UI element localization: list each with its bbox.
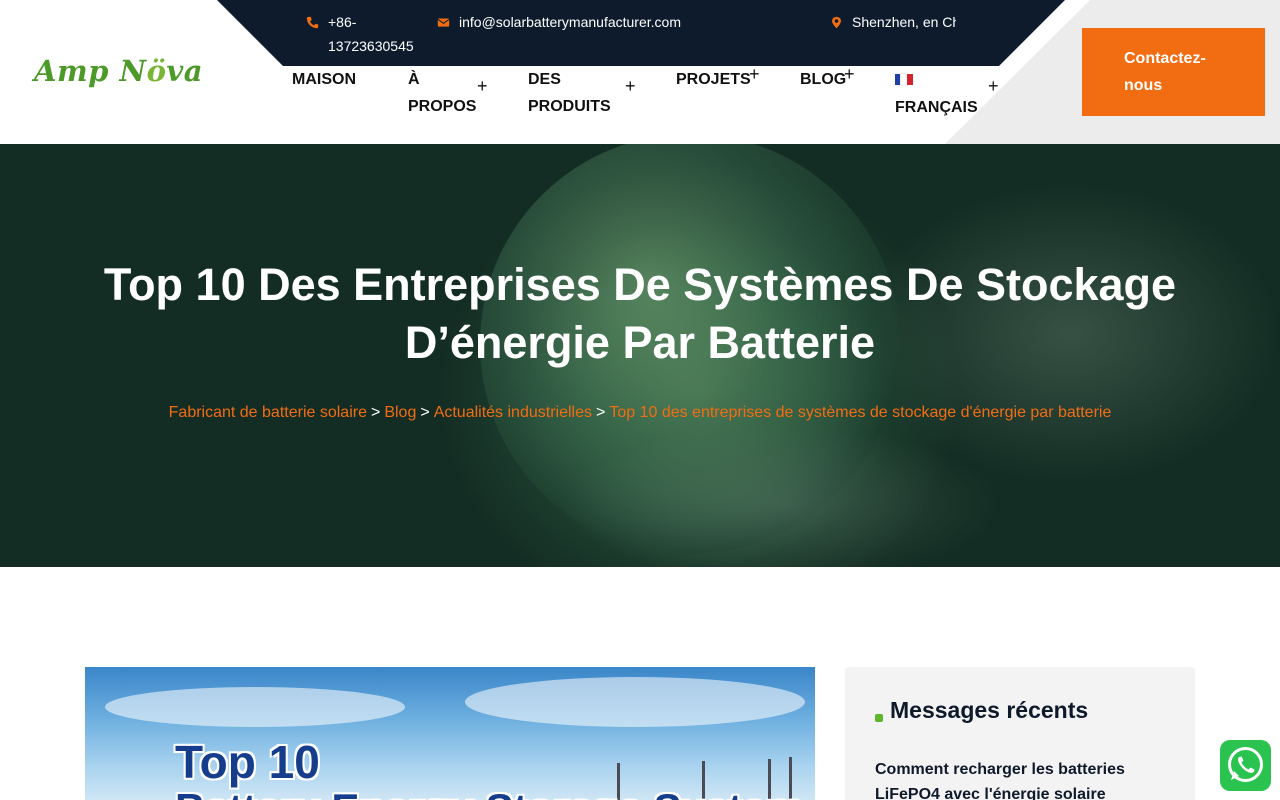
breadcrumb-link-blog[interactable]: Blog <box>384 404 416 421</box>
breadcrumb-link-category[interactable]: Actualités industrielles <box>434 404 592 421</box>
nav-label: PROPOS <box>408 98 477 115</box>
french-flag-icon <box>895 73 913 86</box>
nav-label: DES <box>528 71 561 88</box>
nav-item-maison[interactable]: MAISON <box>292 66 356 93</box>
whatsapp-icon <box>1228 747 1263 782</box>
phone-number: +86-13723630545 <box>328 14 414 54</box>
breadcrumb-separator: > <box>370 404 381 421</box>
whatsapp-chat-button[interactable] <box>1220 740 1271 791</box>
email-address: info@solarbatterymanufacturer.com <box>459 14 681 30</box>
featured-image-caption: Top 10 <box>175 736 320 788</box>
breadcrumb-link-home[interactable]: Fabricant de batterie solaire <box>169 404 367 421</box>
topbar-location: Shenzhen, en Chine <box>830 10 956 36</box>
language-flag-row <box>895 66 978 94</box>
phone-icon <box>306 10 328 58</box>
language-expand-icon[interactable]: + <box>988 76 999 97</box>
heading-dot-icon <box>875 714 883 722</box>
breadcrumb-current: Top 10 des entreprises de systèmes de st… <box>609 404 1112 421</box>
projets-expand-icon[interactable]: + <box>749 64 760 85</box>
nav-item-des-produits[interactable]: DES PRODUITS <box>528 66 611 120</box>
recent-posts-widget: Messages récents Comment recharger les b… <box>845 667 1195 800</box>
map-pin-icon <box>830 10 852 36</box>
contact-button-label: Contactez- <box>1124 50 1206 67</box>
a-propos-expand-icon[interactable]: + <box>477 76 488 97</box>
nav-item-projets[interactable]: PROJETS <box>676 66 751 93</box>
hero-banner: Top 10 Des Entreprises De Systèmes De St… <box>0 144 1280 567</box>
blog-expand-icon[interactable]: + <box>844 64 855 85</box>
nav-item-a-propos[interactable]: À PROPOS <box>408 66 476 120</box>
contact-button[interactable]: Contactez- nous <box>1082 28 1265 116</box>
contact-button-label: nous <box>1124 77 1163 94</box>
location-text: Shenzhen, en Chine <box>852 14 956 30</box>
nav-label: PROJETS <box>676 71 751 88</box>
page-title-line: D’énergie Par Batterie <box>404 317 876 368</box>
nav-label: PRODUITS <box>528 98 611 115</box>
nav-label: À <box>408 71 420 88</box>
envelope-icon <box>437 10 459 36</box>
nav-label: FRANÇAIS <box>895 99 978 116</box>
site-logo[interactable]: Amp Növa <box>34 54 203 88</box>
topbar-phone[interactable]: +86-13723630545 <box>306 10 416 58</box>
topbar-email[interactable]: info@solarbatterymanufacturer.com <box>437 10 707 36</box>
widget-title: Messages récents <box>890 697 1089 723</box>
nav-item-language[interactable]: FRANÇAIS <box>895 66 978 121</box>
cloud <box>105 687 405 727</box>
breadcrumb-separator: > <box>595 404 606 421</box>
featured-image-caption: Battery Energy Storage System <box>175 786 803 800</box>
cloud <box>465 677 805 727</box>
breadcrumb: Fabricant de batterie solaire > Blog > Actua… <box>0 401 1280 425</box>
des-produits-expand-icon[interactable]: + <box>625 76 636 97</box>
site-header: Amp Növa +86-13723630545 info@solarbatte… <box>0 0 1280 144</box>
breadcrumb-separator: > <box>420 404 430 421</box>
page-title-line: Top 10 Des Entreprises De Systèmes De St… <box>103 259 1177 310</box>
nav-label: BLOG <box>800 71 847 88</box>
nav-item-blog[interactable]: BLOG <box>800 66 846 93</box>
page-title: Top 10 Des Entreprises De Systèmes De St… <box>0 256 1280 372</box>
recent-post-link[interactable]: Comment recharger les batteries LiFePO4 … <box>875 757 1155 800</box>
nav-label: MAISON <box>292 71 356 88</box>
